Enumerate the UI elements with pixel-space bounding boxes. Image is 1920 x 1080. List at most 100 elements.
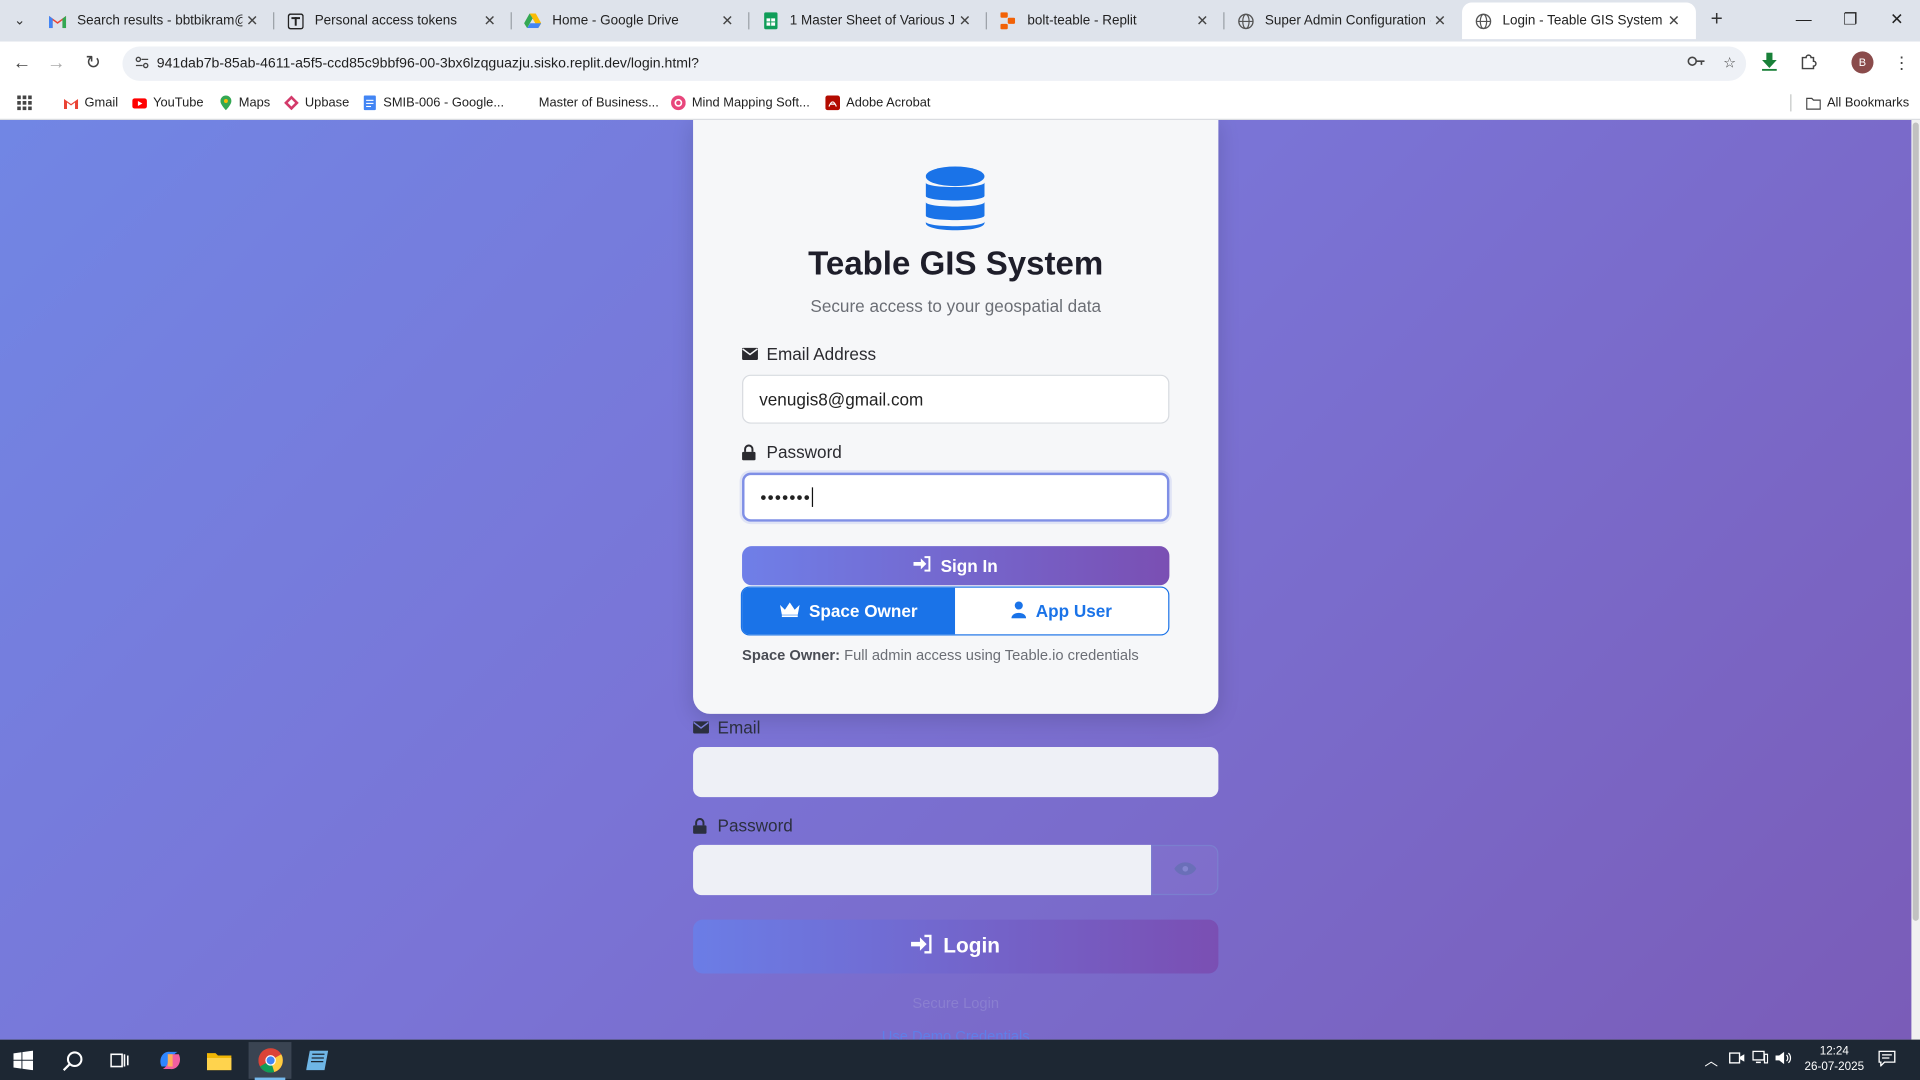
network-icon[interactable]: [1752, 1050, 1769, 1069]
login-button[interactable]: Login: [693, 919, 1219, 974]
reload-icon[interactable]: ↻: [81, 51, 105, 75]
tray-chevron-icon[interactable]: ︿: [1705, 1051, 1718, 1071]
page-subtitle: Secure access to your geospatial data: [810, 296, 1102, 316]
bookmark-maps[interactable]: Maps: [218, 92, 270, 114]
download-icon[interactable]: [1761, 52, 1778, 75]
close-tab-icon[interactable]: ✕: [1193, 12, 1213, 29]
password-field[interactable]: •••••••: [742, 472, 1170, 522]
demo-credentials-link[interactable]: Use Demo Credentials: [693, 1027, 1218, 1039]
close-tab-icon[interactable]: ✕: [1664, 12, 1684, 29]
back-icon[interactable]: ←: [10, 51, 34, 75]
upbase-icon: [284, 95, 299, 111]
profile-avatar[interactable]: B: [1851, 51, 1874, 74]
forward-icon[interactable]: →: [44, 51, 68, 75]
bookmark-smib[interactable]: SMIB-006 - Google...: [362, 92, 504, 114]
apps-grid-icon[interactable]: [17, 92, 32, 114]
tab-replit[interactable]: bolt-teable - Replit ✕: [987, 2, 1225, 39]
replit-icon: [999, 12, 1016, 30]
close-tab-icon[interactable]: ✕: [1430, 12, 1450, 29]
tab-personal-access-tokens[interactable]: Personal access tokens ✕: [274, 2, 512, 39]
google-drive-icon: [524, 12, 542, 29]
password-label-text: Password: [766, 442, 842, 462]
search-icon[interactable]: [59, 1047, 86, 1074]
windows-taskbar: ︿ 12:24 26-07-2025: [0, 1039, 1920, 1080]
page-scrollbar-thumb[interactable]: [1912, 122, 1919, 921]
bookmark-adobe-acrobat[interactable]: Adobe Acrobat: [825, 92, 930, 114]
bookmark-label: Upbase: [304, 95, 350, 111]
bookmark-label: YouTube: [153, 95, 204, 111]
tab-login-active[interactable]: Login - Teable GIS System ✕: [1462, 2, 1696, 40]
email-value: venugis8@gmail.com: [759, 389, 924, 409]
bookmark-upbase[interactable]: Upbase: [284, 92, 349, 114]
tab-search-chevron-icon[interactable]: ⌄: [7, 10, 31, 32]
restore-icon[interactable]: ❐: [1837, 7, 1864, 31]
url-text[interactable]: 941dab7b-85ab-4611-a5f5-ccd85c9bbf96-00-…: [157, 56, 699, 71]
teable-icon: [287, 12, 304, 29]
volume-icon[interactable]: [1775, 1051, 1792, 1069]
all-bookmarks[interactable]: All Bookmarks: [1806, 92, 1909, 114]
app-taskbar-icon[interactable]: [304, 1047, 331, 1074]
close-window-icon[interactable]: ✕: [1883, 7, 1910, 31]
new-tab-button[interactable]: +: [1705, 7, 1729, 31]
site-info-icon[interactable]: [130, 54, 154, 72]
tab-master-sheet[interactable]: 1 Master Sheet of Various Jobs ✕: [749, 2, 987, 39]
page-title: Teable GIS System: [808, 244, 1104, 282]
close-tab-icon[interactable]: ✕: [955, 12, 975, 29]
password-key-icon[interactable]: [1687, 54, 1706, 71]
clock-time: 12:24: [1819, 1044, 1849, 1058]
minimize-icon[interactable]: —: [1790, 7, 1817, 31]
close-tab-icon[interactable]: ✕: [718, 12, 738, 29]
google-docs-icon: [362, 95, 377, 111]
notifications-icon[interactable]: [1878, 1050, 1896, 1071]
toggle-password-visibility-button[interactable]: [1151, 844, 1219, 896]
chrome-taskbar-icon[interactable]: [248, 1042, 292, 1079]
more-menu-icon[interactable]: ⋮: [1893, 53, 1910, 74]
sign-in-button[interactable]: Sign In: [742, 546, 1170, 586]
bookmark-youtube[interactable]: YouTube: [132, 92, 204, 114]
eye-icon: [1173, 859, 1196, 881]
windows-start-icon[interactable]: [10, 1047, 37, 1074]
bookmark-star-icon[interactable]: ☆: [1723, 54, 1736, 71]
copilot-icon[interactable]: [157, 1047, 184, 1074]
sign-in-icon: [913, 556, 931, 576]
extensions-icon[interactable]: [1800, 53, 1817, 74]
globe-icon: [1237, 12, 1254, 29]
email-field[interactable]: venugis8@gmail.com: [742, 374, 1170, 424]
password-label: Password: [742, 442, 842, 462]
legacy-password-field[interactable]: [693, 844, 1152, 896]
password-mask: •••••••: [760, 487, 812, 507]
file-explorer-icon[interactable]: [206, 1047, 233, 1074]
space-owner-label: Space Owner: [808, 601, 918, 621]
tab-strip: ⌄ Search results - bbtbikram@gm ✕ Person…: [0, 0, 1920, 42]
app-user-button[interactable]: App User: [955, 587, 1169, 635]
close-tab-icon[interactable]: ✕: [480, 12, 500, 29]
gmail-icon: [48, 12, 67, 29]
mind-mapping-icon: [671, 95, 686, 111]
legacy-email-label: Email: [693, 718, 760, 737]
legacy-email-field[interactable]: [693, 746, 1219, 798]
meet-now-icon[interactable]: [1729, 1051, 1745, 1069]
role-toggle: Space Owner App User: [740, 586, 1170, 636]
bookmark-label: All Bookmarks: [1826, 95, 1910, 111]
gmail-icon: [64, 96, 79, 111]
legacy-password-label: Password: [693, 816, 793, 835]
tab-google-drive[interactable]: Home - Google Drive ✕: [512, 2, 750, 39]
tab-title: bolt-teable - Replit: [1027, 13, 1137, 29]
globe-icon: [1474, 12, 1491, 29]
bookmark-master-business[interactable]: Master of Business...: [539, 92, 659, 114]
tab-super-admin[interactable]: Super Admin Configuration - Te ✕: [1225, 2, 1463, 39]
bookmark-label: Maps: [238, 95, 271, 111]
bookmark-mind-mapping[interactable]: Mind Mapping Soft...: [671, 92, 810, 114]
bookmark-gmail[interactable]: Gmail: [64, 92, 118, 114]
address-bar[interactable]: 941dab7b-85ab-4611-a5f5-ccd85c9bbf96-00-…: [122, 46, 1747, 81]
space-owner-button[interactable]: Space Owner: [742, 587, 956, 635]
tab-gmail[interactable]: Search results - bbtbikram@gm ✕: [37, 2, 275, 39]
system-clock[interactable]: 12:24 26-07-2025: [1804, 1043, 1865, 1075]
sign-in-icon: [911, 934, 932, 960]
close-tab-icon[interactable]: ✕: [242, 12, 262, 29]
task-view-icon[interactable]: [107, 1047, 134, 1074]
tab-title: Search results - bbtbikram@gm: [77, 13, 242, 29]
adobe-acrobat-icon: [825, 95, 841, 111]
email-label-text: Email Address: [766, 344, 877, 364]
role-description-text: Full admin access using Teable.io creden…: [840, 646, 1139, 664]
